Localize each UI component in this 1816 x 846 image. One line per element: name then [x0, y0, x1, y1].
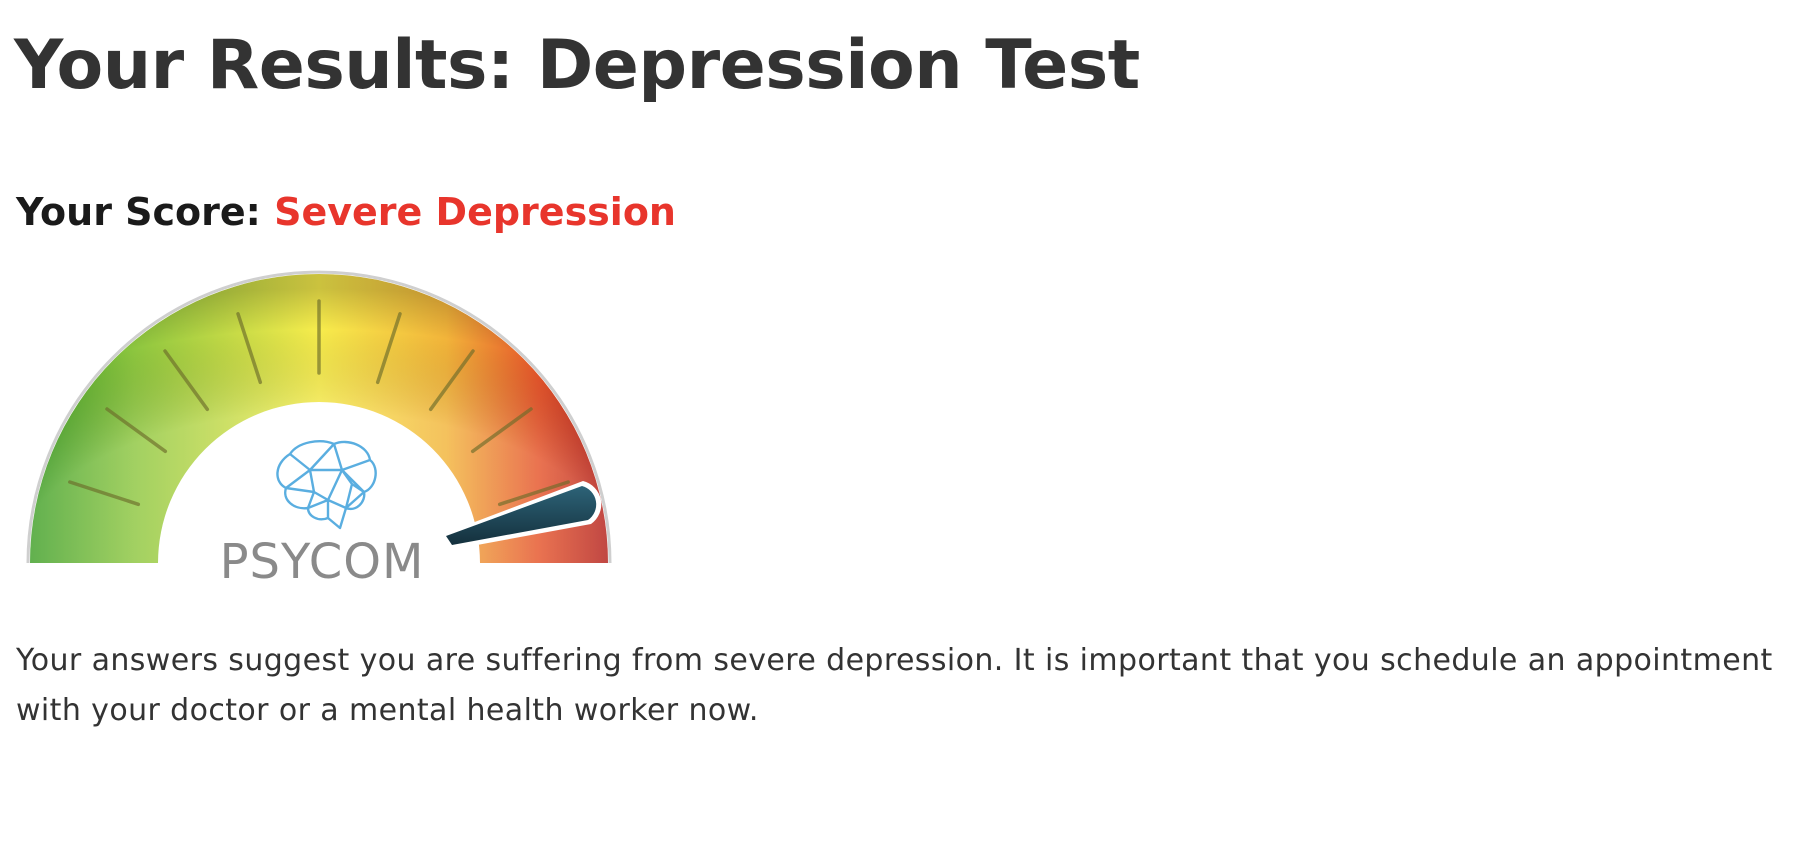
result-message: Your answers suggest you are suffering f… [16, 643, 1773, 728]
gauge-svg: PSYCOM [26, 270, 612, 586]
page-title: Your Results: Depression Test [14, 26, 1140, 105]
brain-icon [276, 440, 377, 530]
score-label: Your Score: [16, 190, 261, 234]
score-value: Severe Depression [274, 190, 676, 234]
depression-gauge: PSYCOM [20, 264, 620, 586]
logo-text: PSYCOM [220, 534, 425, 586]
score-line: Your Score: Severe Depression [16, 184, 676, 240]
